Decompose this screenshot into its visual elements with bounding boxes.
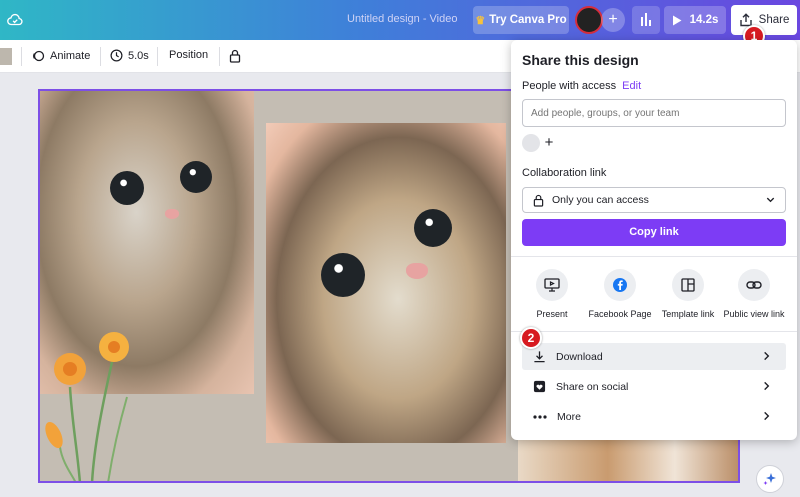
public-view-link-label: Public view link — [723, 309, 785, 319]
cat-nose — [406, 263, 428, 279]
toolbar-divider — [219, 47, 220, 66]
collaborator-avatar[interactable] — [522, 134, 540, 152]
template-icon — [672, 269, 704, 301]
chevron-right-icon — [764, 351, 770, 361]
heart-icon — [533, 380, 546, 393]
public-view-link-option[interactable]: Public view link — [719, 269, 789, 319]
facebook-icon — [604, 269, 636, 301]
position-label: Position — [169, 49, 209, 61]
share-label: Share — [758, 14, 790, 26]
color-swatch[interactable] — [0, 48, 12, 65]
access-level-select[interactable]: Only you can access — [522, 187, 786, 213]
try-canva-pro-button[interactable]: ♛ Try Canva Pro — [473, 6, 569, 34]
cat-photo-center[interactable] — [266, 123, 506, 443]
cat-eye — [321, 253, 365, 297]
magic-assistant-button[interactable] — [756, 465, 784, 493]
clock-icon — [110, 49, 123, 62]
cloud-sync-icon[interactable] — [6, 11, 24, 29]
share-panel-title: Share this design — [522, 52, 639, 68]
access-value: Only you can access — [552, 194, 649, 206]
lock-button[interactable] — [229, 49, 241, 63]
lock-icon — [533, 194, 544, 207]
download-icon — [534, 351, 545, 363]
template-link-label: Template link — [661, 309, 715, 319]
copy-link-button[interactable]: Copy link — [522, 219, 786, 246]
share-on-social-row[interactable]: Share on social — [522, 373, 786, 400]
insights-button[interactable] — [632, 6, 660, 34]
cat-eye — [180, 161, 212, 193]
edit-link[interactable]: Edit — [622, 80, 641, 92]
cat-eye — [414, 209, 452, 247]
template-link-option[interactable]: Template link — [653, 269, 723, 319]
step-badge-2: 2 — [520, 327, 542, 349]
download-label: Download — [556, 350, 603, 363]
chevron-right-icon — [764, 411, 770, 421]
duration-button[interactable]: 5.0s — [110, 49, 149, 62]
share-panel: Share this design People with access Edit… — [511, 40, 797, 440]
play-duration: 14.2s — [689, 14, 719, 26]
share-on-social-label: Share on social — [556, 380, 629, 393]
play-button[interactable]: 14.2s — [664, 6, 726, 34]
user-avatar[interactable] — [575, 6, 603, 34]
people-with-access-heading: People with access Edit — [522, 80, 641, 92]
present-option[interactable]: Present — [517, 269, 587, 319]
animate-button[interactable]: Animate — [31, 49, 90, 63]
more-row[interactable]: More — [522, 403, 786, 430]
cat-photo-right[interactable] — [518, 436, 738, 481]
download-row[interactable]: Download — [522, 343, 786, 370]
present-label: Present — [536, 309, 568, 319]
add-member-button[interactable]: + — [601, 8, 625, 32]
daffodil-illustration[interactable] — [42, 327, 152, 483]
collaboration-link-label: Collaboration link — [522, 167, 607, 179]
sparkle-icon — [763, 473, 776, 485]
cat-eye — [110, 171, 144, 205]
chevron-right-icon — [764, 381, 770, 391]
cat-nose — [165, 209, 179, 219]
top-bar: Untitled design - Video ♛ Try Canva Pro … — [0, 0, 800, 40]
facebook-page-label: Facebook Page — [588, 309, 652, 319]
toolbar-divider — [157, 47, 158, 66]
add-people-input[interactable] — [522, 99, 786, 127]
play-icon — [672, 15, 682, 25]
toolbar-divider — [21, 47, 22, 66]
document-title[interactable]: Untitled design - Video — [347, 13, 457, 25]
duration-label: 5.0s — [128, 49, 149, 62]
panel-divider — [511, 256, 797, 257]
position-button[interactable]: Position — [169, 49, 208, 61]
more-icon — [533, 414, 547, 419]
animate-label: Animate — [50, 50, 91, 62]
lock-icon — [229, 49, 241, 63]
crown-icon: ♛ — [475, 14, 486, 27]
more-label: More — [557, 410, 581, 423]
animate-icon — [33, 50, 45, 62]
people-label: People with access — [522, 80, 617, 92]
try-pro-label: Try Canva Pro — [489, 14, 567, 26]
chevron-down-icon — [766, 197, 775, 203]
panel-divider — [511, 331, 797, 332]
present-icon — [536, 269, 568, 301]
link-icon — [738, 269, 770, 301]
toolbar-divider — [100, 47, 101, 66]
add-collaborator-button[interactable]: + — [540, 134, 558, 152]
facebook-page-option[interactable]: Facebook Page — [585, 269, 655, 319]
